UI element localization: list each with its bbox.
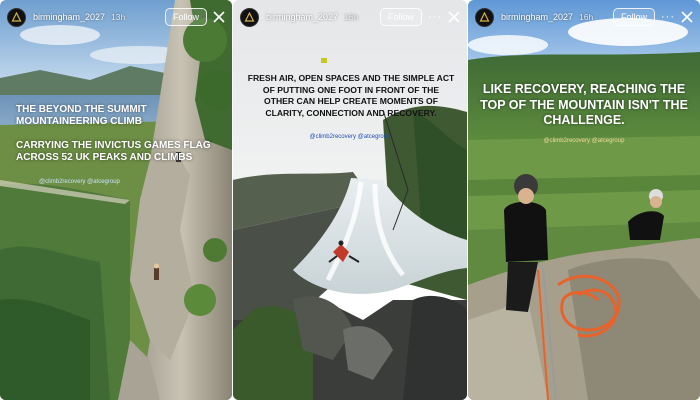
close-icon[interactable]: [681, 11, 693, 23]
story-subheadline: CARRYING THE INVICTUS GAMES FLAG ACROSS …: [16, 140, 211, 163]
story-panel-1[interactable]: birmingham_2027 13h Follow THE BEYOND TH…: [0, 0, 232, 400]
story-caption: LIKE RECOVERY, REACHING THE TOP OF THE M…: [480, 82, 688, 127]
profile-avatar[interactable]: [7, 7, 26, 27]
story-2-background-photo: [233, 0, 467, 400]
story-caption: FRESH AIR, OPEN SPACES AND THE SIMPLE AC…: [247, 73, 455, 118]
games-logo-icon: [11, 11, 22, 22]
story-panel-2[interactable]: birmingham_2027 16h Follow ··· FRESH AIR…: [233, 0, 467, 400]
follow-button[interactable]: Follow: [379, 8, 422, 26]
follow-button[interactable]: Follow: [164, 8, 207, 26]
close-icon[interactable]: [213, 11, 225, 23]
story-panel-3[interactable]: birmingham_2027 16h Follow ··· LIKE RECO…: [468, 0, 700, 400]
story-header: birmingham_2027 13h Follow: [0, 0, 232, 34]
story-header: birmingham_2027 16h Follow ···: [233, 0, 467, 34]
mention-tags[interactable]: @climb2recovery @atcegroup: [468, 138, 700, 144]
story-1-background-photo: [0, 0, 232, 400]
post-time: 16h: [344, 12, 359, 22]
story-3-background-photo: [468, 0, 700, 400]
username[interactable]: birmingham_2027: [266, 12, 338, 22]
profile-avatar[interactable]: [240, 7, 259, 27]
username[interactable]: birmingham_2027: [33, 12, 105, 22]
games-logo-icon: [479, 11, 490, 22]
close-icon[interactable]: [448, 11, 460, 23]
story-headline: THE BEYOND THE SUMMIT MOUNTAINEERING CLI…: [16, 104, 147, 127]
story-header: birmingham_2027 16h Follow ···: [468, 0, 700, 34]
post-time: 13h: [111, 12, 126, 22]
profile-avatar[interactable]: [475, 7, 494, 27]
mention-tags[interactable]: @climb2recovery @atcegroup: [233, 134, 467, 140]
post-time: 16h: [579, 12, 594, 22]
follow-button[interactable]: Follow: [612, 8, 655, 26]
mention-tags[interactable]: @climb2recovery @atcegroup: [39, 179, 120, 185]
more-options-icon[interactable]: ···: [428, 11, 442, 23]
username[interactable]: birmingham_2027: [501, 12, 573, 22]
more-options-icon[interactable]: ···: [661, 11, 675, 23]
games-logo-icon: [244, 11, 255, 22]
